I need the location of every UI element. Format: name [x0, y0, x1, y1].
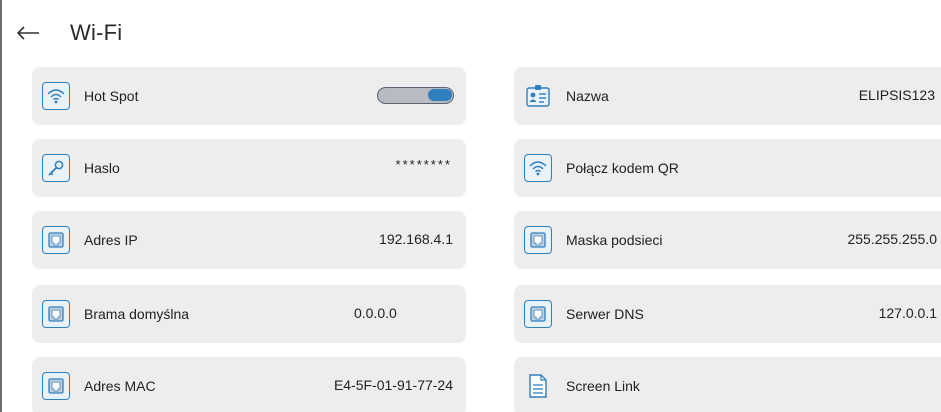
- adres-ip-row[interactable]: Adres IP 192.168.4.1: [32, 211, 466, 269]
- page-title: Wi-Fi: [70, 20, 123, 45]
- wifi-settings-page: Wi-Fi Hot Spot Nazwa ELIPSIS123 Haslo **…: [0, 0, 941, 412]
- dns-value: 127.0.0.1: [878, 305, 937, 321]
- polacz-qr-row[interactable]: Połącz kodem QR: [514, 139, 941, 197]
- nazwa-row[interactable]: Nazwa ELIPSIS123: [514, 67, 941, 125]
- hot-spot-label: Hot Spot: [84, 88, 139, 104]
- network-port-icon: [42, 372, 70, 400]
- polacz-qr-label: Połącz kodem QR: [566, 160, 679, 176]
- screen-link-label: Screen Link: [566, 378, 640, 394]
- network-port-icon: [524, 226, 552, 254]
- maska-value: 255.255.255.0: [847, 231, 937, 247]
- network-port-icon: [42, 300, 70, 328]
- wifi-icon: [42, 82, 70, 110]
- document-icon: [524, 372, 552, 400]
- brama-label: Brama domyślna: [84, 306, 190, 322]
- mac-row[interactable]: Adres MAC E4-5F-01-91-77-24: [32, 357, 466, 412]
- brama-row[interactable]: Brama domyślna 0.0.0.0: [32, 285, 466, 343]
- back-button[interactable]: [16, 23, 44, 43]
- dns-label: Serwer DNS: [566, 306, 644, 322]
- dns-row[interactable]: Serwer DNS 127.0.0.1: [514, 285, 941, 343]
- network-port-icon: [524, 300, 552, 328]
- header: Wi-Fi: [16, 18, 122, 48]
- screen-link-row[interactable]: Screen Link: [514, 357, 941, 412]
- left-divider: [0, 0, 2, 412]
- hot-spot-toggle[interactable]: [377, 87, 454, 104]
- key-icon: [42, 154, 70, 182]
- maska-row[interactable]: Maska podsieci 255.255.255.0: [514, 211, 941, 269]
- nazwa-value: ELIPSIS123: [858, 87, 935, 103]
- adres-ip-label: Adres IP: [84, 232, 138, 248]
- maska-label: Maska podsieci: [566, 232, 663, 248]
- haslo-row[interactable]: Haslo ********: [32, 139, 466, 197]
- brama-value: 0.0.0.0: [354, 305, 397, 321]
- haslo-value: ********: [395, 157, 452, 172]
- wifi-icon: [524, 154, 552, 182]
- nazwa-label: Nazwa: [566, 88, 609, 104]
- haslo-label: Haslo: [84, 160, 120, 176]
- arrow-left-icon: [16, 26, 39, 40]
- adres-ip-value: 192.168.4.1: [379, 231, 453, 247]
- mac-value: E4-5F-01-91-77-24: [333, 377, 453, 393]
- network-port-icon: [42, 226, 70, 254]
- hot-spot-row[interactable]: Hot Spot: [32, 67, 466, 125]
- mac-label: Adres MAC: [84, 378, 156, 394]
- toggle-knob: [428, 89, 452, 101]
- id-card-icon: [524, 82, 552, 110]
